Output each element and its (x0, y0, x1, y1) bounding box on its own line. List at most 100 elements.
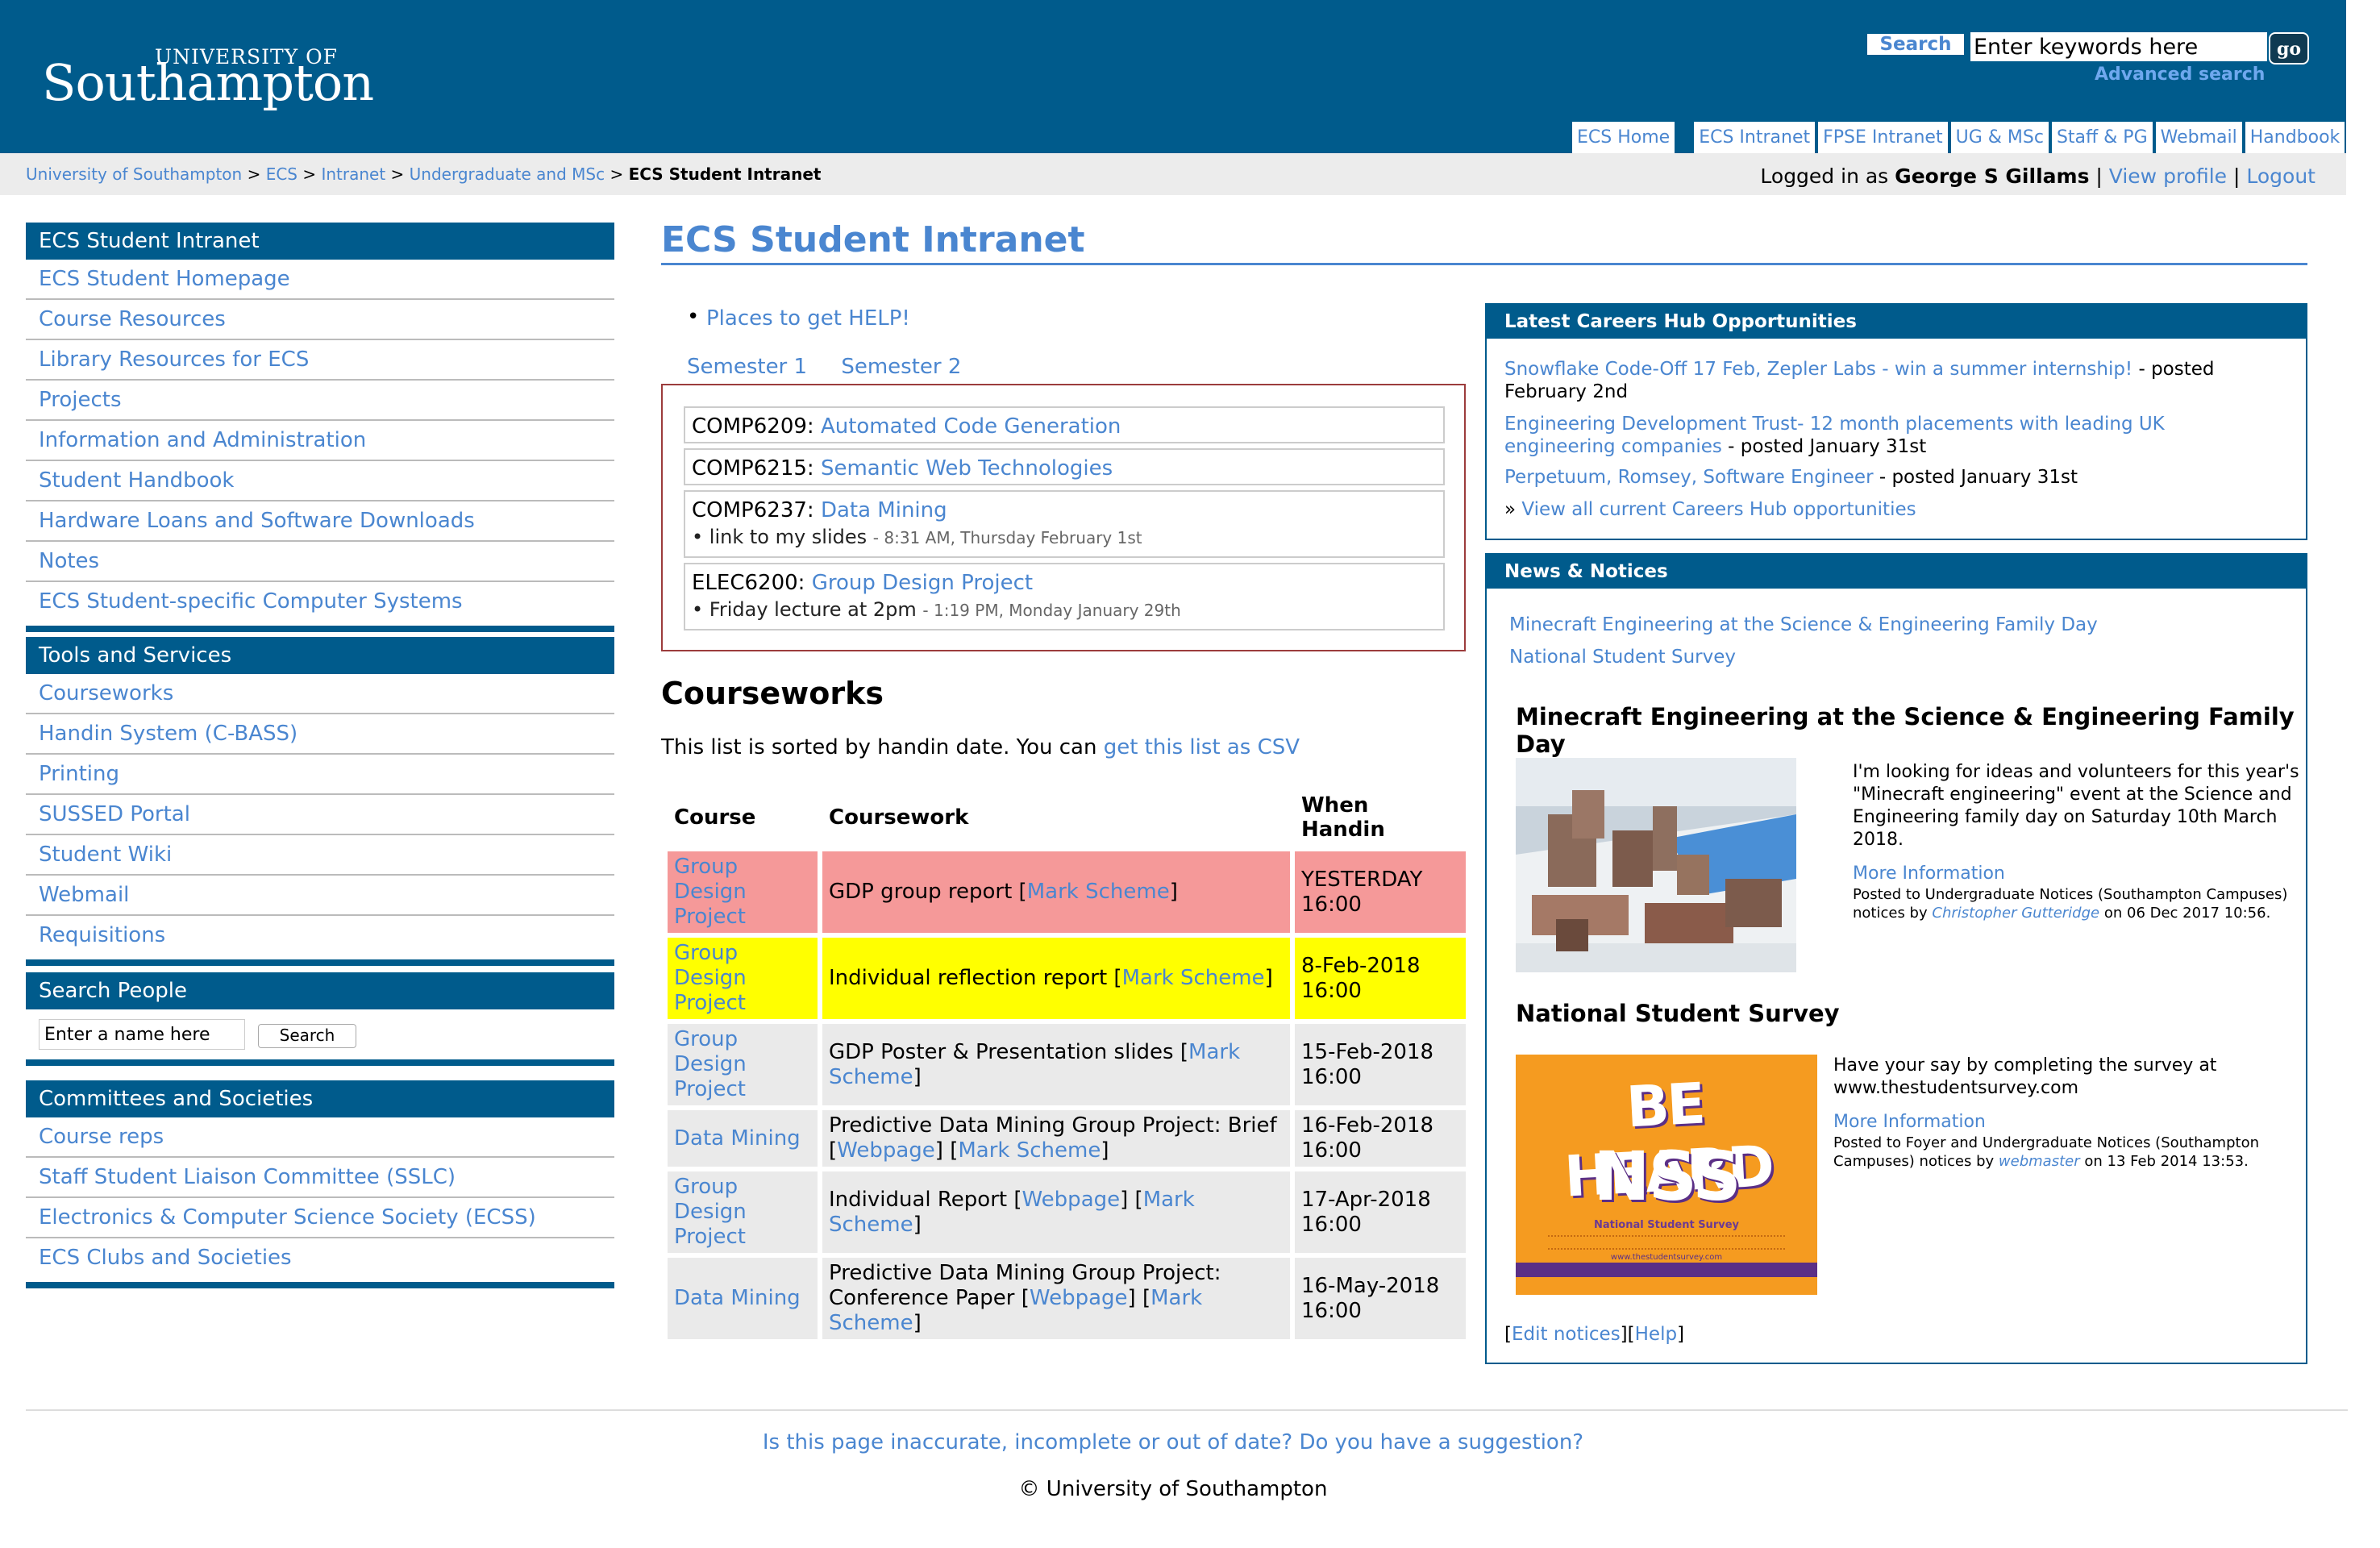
news-index-link[interactable]: National Student Survey (1509, 647, 1736, 668)
tab-ug-msc[interactable]: UG & MSc (1950, 122, 2049, 153)
nav-item-courseworks[interactable]: Courseworks (26, 674, 614, 714)
career-link[interactable]: Perpetuum, Romsey, Software Engineer (1504, 467, 1874, 488)
people-search-button[interactable]: Search (258, 1024, 356, 1048)
advanced-search-link[interactable]: Advanced search (2095, 64, 2265, 85)
mark-scheme-link[interactable]: Mark Scheme (1027, 880, 1170, 904)
nav-item-computer-systems[interactable]: ECS Student-specific Computer Systems (26, 582, 614, 621)
edit-notices-link[interactable]: Edit notices (1512, 1324, 1621, 1345)
tab-ecs-intranet[interactable]: ECS Intranet (1694, 122, 1816, 153)
nav-item-student-wiki[interactable]: Student Wiki (26, 835, 614, 876)
table-row: Data Mining Predictive Data Mining Group… (668, 1110, 1466, 1167)
nav-item-ecss[interactable]: Electronics & Computer Science Society (… (26, 1198, 614, 1238)
nav-heading-intranet[interactable]: ECS Student Intranet (26, 223, 614, 260)
module-link[interactable]: Data Mining (821, 498, 947, 522)
login-separator: | (2233, 164, 2241, 188)
search-go-button[interactable]: go (2269, 32, 2309, 64)
table-header-row: Course Coursework When Handin (668, 789, 1466, 847)
careers-panel: Latest Careers Hub Opportunities Snowfla… (1485, 303, 2307, 540)
breadcrumb-separator: > (610, 164, 624, 184)
nav-item-notes[interactable]: Notes (26, 542, 614, 582)
module-note-text[interactable]: Friday lecture at 2pm (709, 598, 917, 621)
news-index-link[interactable]: Minecraft Engineering at the Science & E… (1509, 614, 2098, 635)
logout-link[interactable]: Logout (2246, 164, 2316, 188)
nav-item-handin-system[interactable]: Handin System (C-BASS) (26, 714, 614, 755)
people-search-input[interactable] (39, 1019, 245, 1050)
course-link[interactable]: Data Mining (668, 1110, 818, 1167)
course-link[interactable]: Data Mining (668, 1258, 818, 1339)
webpage-link[interactable]: Webpage (1022, 1188, 1121, 1212)
news-article-heading: Minecraft Engineering at the Science & E… (1516, 703, 2295, 758)
nav-item-hardware-loans[interactable]: Hardware Loans and Software Downloads (26, 501, 614, 542)
news-article-body: I'm looking for ideas and volunteers for… (1853, 762, 2299, 850)
tab-staff-pg[interactable]: Staff & PG (2051, 122, 2153, 153)
news-panel: News & Notices Minecraft Engineering at … (1485, 553, 2307, 1364)
career-link[interactable]: Snowflake Code-Off 17 Feb, Zepler Labs -… (1504, 359, 2132, 380)
table-row: Group Design Project Individual Report [… (668, 1171, 1466, 1253)
breadcrumb-university[interactable]: University of Southampton (26, 164, 242, 184)
tab-semester-2[interactable]: Semester 2 (841, 355, 961, 379)
course-link[interactable]: Group Design Project (668, 1171, 818, 1253)
module-note-text[interactable]: link to my slides (709, 526, 867, 548)
breadcrumb-ug-msc[interactable]: Undergraduate and MSc (410, 164, 605, 184)
search-label: Search (1867, 34, 1964, 55)
view-all-prefix: » (1504, 499, 1517, 520)
feedback-link[interactable]: Is this page inaccurate, incomplete or o… (763, 1430, 1583, 1454)
nav-item-webmail[interactable]: Webmail (26, 876, 614, 916)
breadcrumb-ecs[interactable]: ECS (266, 164, 298, 184)
nav-item-information-admin[interactable]: Information and Administration (26, 421, 614, 461)
module-item: COMP6215: Semantic Web Technologies (684, 448, 1445, 485)
nav-item-clubs-societies[interactable]: ECS Clubs and Societies (26, 1238, 614, 1277)
nav-item-projects[interactable]: Projects (26, 381, 614, 421)
coursework-title: GDP Poster & Presentation slides (829, 1039, 1174, 1064)
csv-link[interactable]: get this list as CSV (1104, 735, 1300, 759)
help-link[interactable]: Places to get HELP! (706, 306, 910, 331)
course-link[interactable]: Group Design Project (668, 938, 818, 1019)
footer-feedback: Is this page inaccurate, incomplete or o… (0, 1430, 2346, 1454)
more-information-link[interactable]: More Information (1853, 863, 2304, 885)
nav-item-student-homepage[interactable]: ECS Student Homepage (26, 260, 614, 300)
tab-ecs-home[interactable]: ECS Home (1572, 122, 1675, 153)
handin-time: 16:00 (1301, 892, 1362, 917)
handin-time: 16:00 (1301, 1064, 1362, 1089)
webpage-link[interactable]: Webpage (1030, 1286, 1128, 1310)
news-author-link[interactable]: Christopher Gutteridge (1932, 905, 2099, 922)
top-nav-tabs: ECS Home ECS Intranet FPSE Intranet UG &… (1569, 122, 2345, 153)
news-help-link[interactable]: Help (1635, 1324, 1677, 1345)
news-heading: News & Notices (1487, 555, 2306, 589)
module-link[interactable]: Group Design Project (812, 571, 1033, 595)
news-author-link[interactable]: webmaster (1999, 1153, 2080, 1170)
tab-fpse-intranet[interactable]: FPSE Intranet (1818, 122, 1948, 153)
module-link[interactable]: Automated Code Generation (821, 414, 1121, 439)
more-information-link[interactable]: More Information (1833, 1111, 2301, 1134)
career-item: Perpetuum, Romsey, Software Engineer - p… (1504, 466, 2278, 489)
news-meta-date: on 06 Dec 2017 10:56. (2103, 905, 2271, 922)
tab-handbook[interactable]: Handbook (2245, 122, 2345, 153)
webpage-link[interactable]: Webpage (837, 1138, 935, 1163)
tab-semester-1[interactable]: Semester 1 (687, 355, 807, 379)
handin-cell: YESTERDAY 16:00 (1295, 851, 1466, 933)
mark-scheme-link[interactable]: Mark Scheme (958, 1138, 1101, 1163)
module-link[interactable]: Semantic Web Technologies (821, 456, 1113, 481)
view-profile-link[interactable]: View profile (2109, 164, 2227, 188)
mark-scheme-link[interactable]: Mark Scheme (1122, 966, 1265, 990)
course-link[interactable]: Group Design Project (668, 1024, 818, 1105)
tab-webmail[interactable]: Webmail (2155, 122, 2242, 153)
site-search-input[interactable] (1970, 32, 2267, 61)
nav-item-sussed-portal[interactable]: SUSSED Portal (26, 795, 614, 835)
handin-date: 17-Apr-2018 (1301, 1187, 1431, 1212)
course-link[interactable]: Group Design Project (668, 851, 818, 933)
nav-item-requisitions[interactable]: Requisitions (26, 916, 614, 955)
nav-item-course-resources[interactable]: Course Resources (26, 300, 614, 340)
nav-item-course-reps[interactable]: Course reps (26, 1117, 614, 1158)
view-all-careers-link[interactable]: View all current Careers Hub opportuniti… (1521, 499, 1916, 520)
nav-item-sslc[interactable]: Staff Student Liaison Committee (SSLC) (26, 1158, 614, 1198)
nav-heading-committees: Committees and Societies (26, 1080, 614, 1117)
coursework-title: GDP group report (829, 880, 1013, 904)
logo-southampton: Southampton (42, 53, 374, 112)
breadcrumb-intranet[interactable]: Intranet (321, 164, 385, 184)
module-code: COMP6215: (692, 456, 814, 481)
nav-item-printing[interactable]: Printing (26, 755, 614, 795)
nav-item-library-resources[interactable]: Library Resources for ECS (26, 340, 614, 381)
footer-copyright: © University of Southampton (1018, 1477, 1328, 1501)
nav-item-student-handbook[interactable]: Student Handbook (26, 461, 614, 501)
